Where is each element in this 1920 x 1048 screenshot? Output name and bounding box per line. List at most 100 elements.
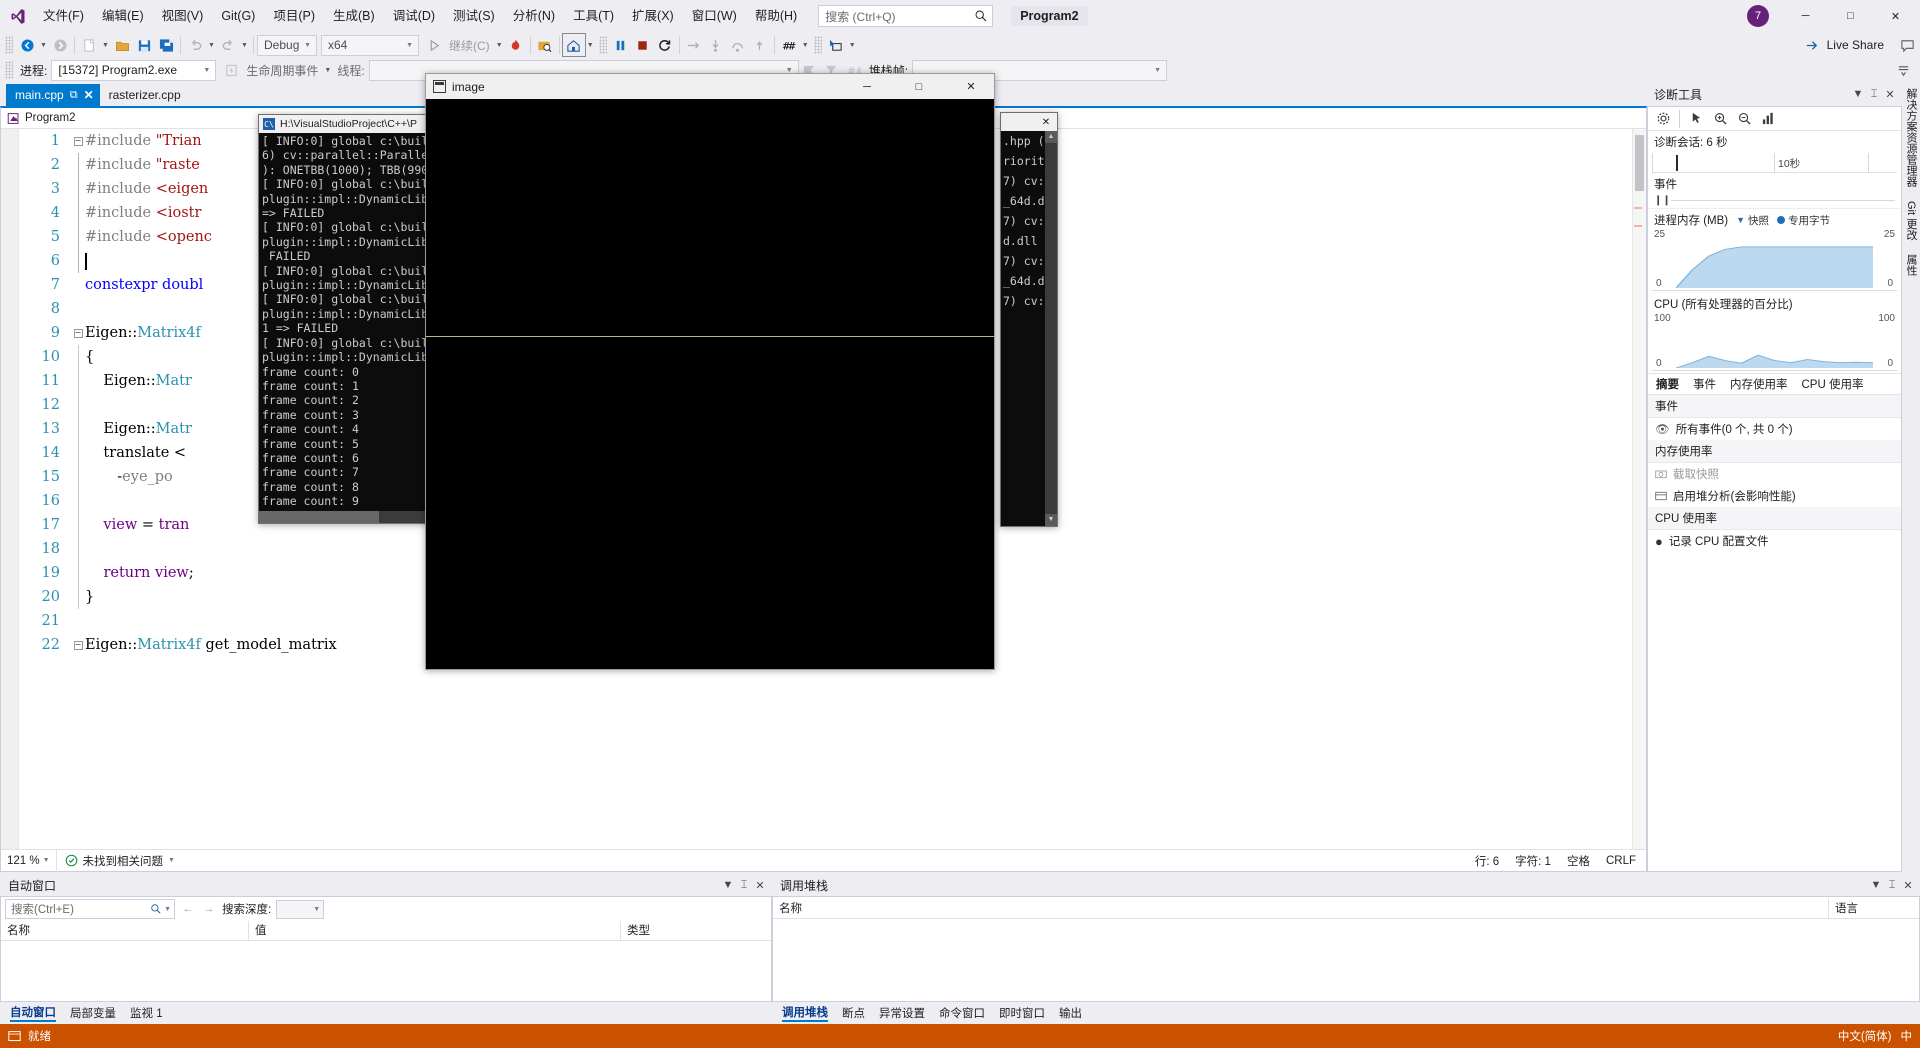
menu-debug[interactable]: 调试(D) <box>384 4 444 28</box>
callstack-col-name[interactable]: 名称 <box>773 898 1829 919</box>
summary-all-events-row[interactable]: 👁 所有事件(0 个, 共 0 个) <box>1648 418 1901 440</box>
summary-take-snapshot-row[interactable]: 截取快照 <box>1648 463 1901 485</box>
dock-tab-properties[interactable]: 属性 <box>1903 254 1919 276</box>
footer-tab-exception-settings[interactable]: 异常设置 <box>879 1005 925 1021</box>
undo-button[interactable] <box>184 34 206 56</box>
lifecycle-events-icon[interactable] <box>220 59 242 81</box>
toolbar-grip-2[interactable] <box>598 36 607 54</box>
lifecycle-dropdown-icon[interactable]: ▼ <box>322 59 333 81</box>
zoom-reset-icon[interactable] <box>1757 108 1779 130</box>
scrollbar-thumb[interactable] <box>1635 135 1644 191</box>
toolbar-overflow-icon[interactable] <box>1892 59 1914 81</box>
breadcrumb-project[interactable]: Program2 <box>25 112 76 124</box>
fold-indicator[interactable]: − <box>71 640 85 650</box>
menu-test[interactable]: 测试(S) <box>444 4 504 28</box>
menu-extensions[interactable]: 扩展(X) <box>623 4 683 28</box>
show-next-statement-button[interactable] <box>683 34 705 56</box>
image-maximize-button[interactable]: □ <box>896 74 942 99</box>
background-console-window[interactable]: ✕ .hpp (9 riority 7) cv:: _64d.dl 7) cv:… <box>1000 112 1058 527</box>
settings-gear-icon[interactable] <box>1652 108 1674 130</box>
summary-heap-profiling-row[interactable]: 启用堆分析(会影响性能) <box>1648 485 1901 507</box>
fold-indicator[interactable]: − <box>71 328 85 338</box>
close-icon[interactable]: ✕ <box>84 88 94 102</box>
menu-project[interactable]: 项目(P) <box>264 4 324 28</box>
toolbar-grip-3[interactable] <box>813 36 822 54</box>
solution-platform-combo[interactable]: x64 ▼ <box>321 34 419 56</box>
solution-configuration-combo[interactable]: Debug ▼ <box>257 34 317 56</box>
window-close-button[interactable]: ✕ <box>1873 0 1918 32</box>
editor-vertical-scrollbar[interactable] <box>1632 129 1646 849</box>
summary-record-cpu-row[interactable]: ● 记录 CPU 配置文件 <box>1648 530 1901 552</box>
ime-mode[interactable]: 中 <box>1901 1028 1913 1044</box>
panel-dropdown-icon[interactable]: ▼ <box>1850 86 1866 102</box>
close-icon[interactable]: ✕ <box>1035 117 1057 128</box>
avatar[interactable]: 7 <box>1747 5 1769 27</box>
problem-summary[interactable]: 未找到相关问题 ▼ <box>57 853 183 869</box>
menu-analyze[interactable]: 分析(N) <box>504 4 564 28</box>
process-combo[interactable]: [15372] Program2.exe ▼ <box>51 59 217 81</box>
footer-tab-command-window[interactable]: 命令窗口 <box>939 1005 985 1021</box>
menu-edit[interactable]: 编辑(E) <box>93 4 153 28</box>
step-out-button[interactable] <box>749 34 771 56</box>
pin-icon[interactable]: ⌶ <box>1866 86 1882 102</box>
pause-button[interactable] <box>610 34 632 56</box>
search-depth-combo[interactable]: ▼ <box>276 899 325 919</box>
scroll-up-icon[interactable]: ▲ <box>1045 131 1057 143</box>
diag-tab-cpu[interactable]: CPU 使用率 <box>1802 376 1864 392</box>
dock-tab-git-changes[interactable]: Git 更改 <box>1903 201 1919 240</box>
footer-tab-autos[interactable]: 自动窗口 <box>10 1004 56 1022</box>
footer-tab-callstack[interactable]: 调用堆栈 <box>782 1004 828 1022</box>
autos-grid-rows[interactable] <box>1 941 771 1001</box>
footer-tab-immediate-window[interactable]: 即时窗口 <box>999 1005 1045 1021</box>
diag-tab-events[interactable]: 事件 <box>1693 376 1716 392</box>
zoom-in-icon[interactable] <box>1709 108 1731 130</box>
navigate-backward-button[interactable] <box>16 34 38 56</box>
step-into-button[interactable] <box>705 34 727 56</box>
quick-launch-search[interactable]: 搜索 (Ctrl+Q) <box>818 5 994 27</box>
select-tool-icon[interactable] <box>1685 108 1707 130</box>
undo-dropdown-icon[interactable]: ▼ <box>206 34 217 56</box>
scrollbar-thumb[interactable] <box>259 511 379 523</box>
hot-reload-button[interactable] <box>505 34 527 56</box>
footer-tab-breakpoints[interactable]: 断点 <box>842 1005 865 1021</box>
image-close-button[interactable]: ✕ <box>948 74 994 99</box>
continue-play-icon[interactable] <box>423 34 445 56</box>
close-icon[interactable]: ✕ <box>752 877 768 893</box>
bg-console-titlebar[interactable]: ✕ <box>1001 113 1057 131</box>
menu-tools[interactable]: 工具(T) <box>564 4 623 28</box>
save-all-button[interactable] <box>155 34 177 56</box>
select-window-button[interactable] <box>825 34 847 56</box>
diag-tab-summary[interactable]: 摘要 <box>1656 376 1679 392</box>
new-file-dropdown-icon[interactable]: ▼ <box>100 34 111 56</box>
restart-button[interactable] <box>654 34 676 56</box>
diagnostic-tools-button[interactable] <box>534 34 556 56</box>
panel-dropdown-icon[interactable]: ▼ <box>720 877 736 893</box>
menu-build[interactable]: 生成(B) <box>324 4 384 28</box>
break-all-button[interactable] <box>561 33 586 57</box>
debug-toolbar-grip[interactable] <box>5 61 13 79</box>
step-over-button[interactable] <box>727 34 749 56</box>
autos-col-value[interactable]: 值 <box>249 920 621 941</box>
image-window[interactable]: image ─ □ ✕ <box>425 73 995 670</box>
pin-icon[interactable]: ⌶ <box>736 877 752 893</box>
footer-tab-output[interactable]: 输出 <box>1059 1005 1082 1021</box>
image-window-titlebar[interactable]: image ─ □ ✕ <box>426 74 994 99</box>
live-share-button[interactable]: Live Share <box>1823 38 1888 52</box>
new-file-button[interactable] <box>78 34 100 56</box>
search-next-button[interactable]: → <box>201 900 217 918</box>
break-all-dropdown-icon[interactable]: ▼ <box>585 34 596 56</box>
fold-indicator[interactable]: − <box>71 136 85 146</box>
image-minimize-button[interactable]: ─ <box>844 74 890 99</box>
toolbar-grip[interactable] <box>5 36 13 54</box>
redo-button[interactable] <box>217 34 239 56</box>
zoom-out-icon[interactable] <box>1733 108 1755 130</box>
autos-col-name[interactable]: 名称 <box>1 920 249 941</box>
autos-search-input[interactable]: 搜索(Ctrl+E) ▼ <box>5 899 175 919</box>
continue-dropdown-icon[interactable]: ▼ <box>494 34 505 56</box>
menu-file[interactable]: 文件(F) <box>34 4 93 28</box>
window-minimize-button[interactable]: ─ <box>1783 0 1828 32</box>
continue-button[interactable]: 继续(C) <box>445 34 494 56</box>
open-file-button[interactable] <box>111 34 133 56</box>
search-prev-button[interactable]: ← <box>180 900 196 918</box>
menu-git[interactable]: Git(G) <box>212 4 264 28</box>
